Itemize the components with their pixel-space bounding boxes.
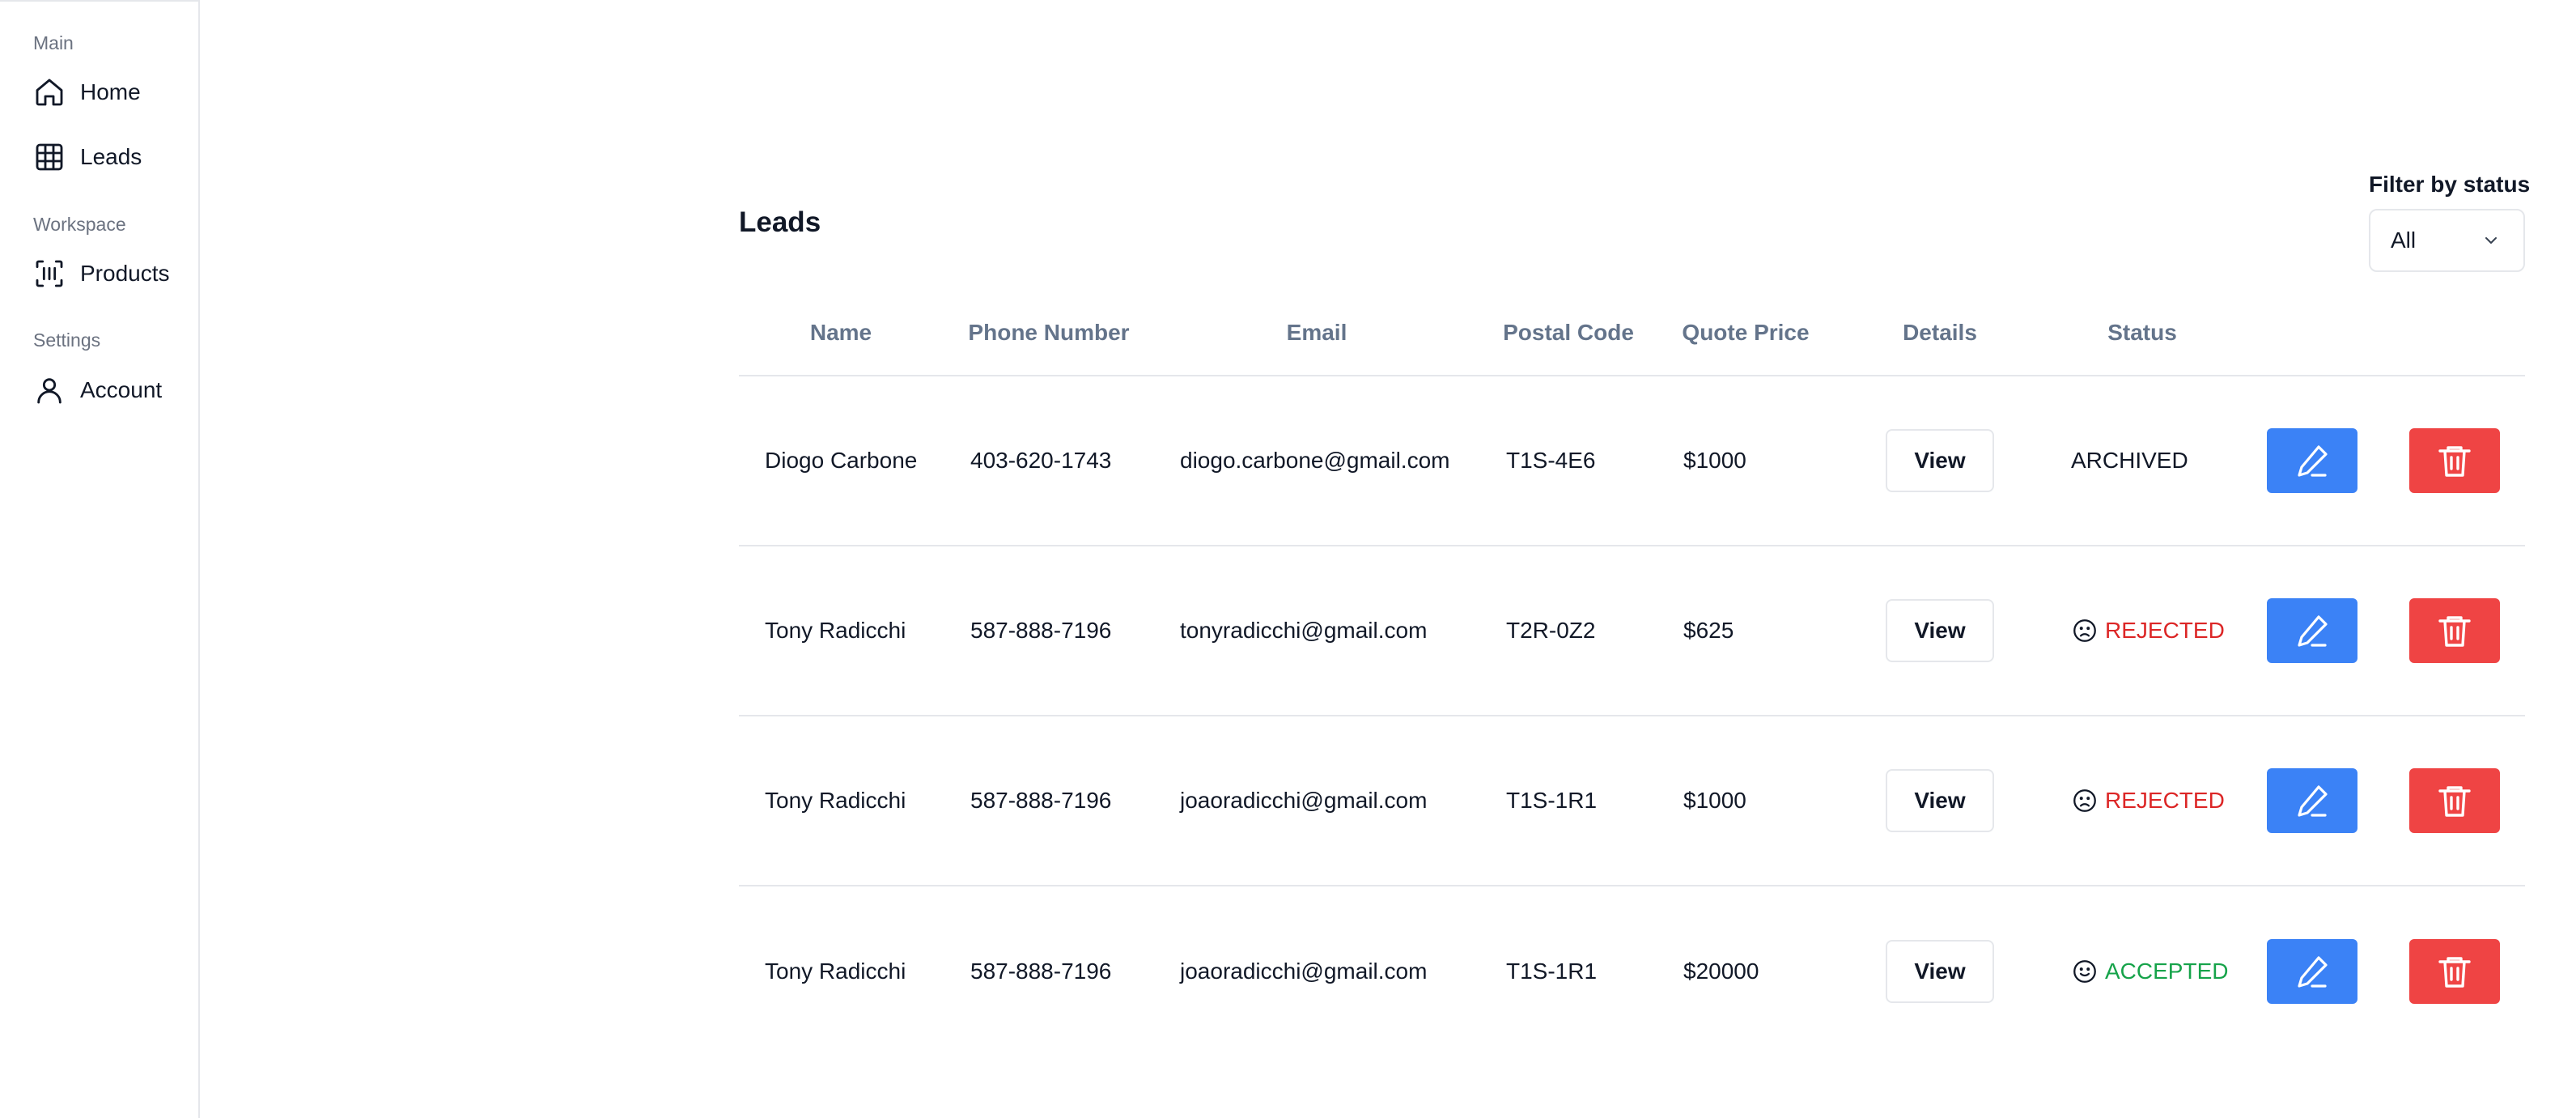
column-header-details: Details [1903, 320, 1977, 345]
delete-button[interactable] [2409, 939, 2500, 1004]
status-badge: REJECTED [2071, 617, 2225, 644]
table-header: Name Phone Number Email Postal Code Quot… [739, 312, 2525, 376]
page-title: Leads [739, 206, 821, 238]
lead-quote-price: $1000 [1683, 448, 1746, 473]
filter-value: All [2391, 227, 2417, 253]
sidebar-group-main: Main [33, 32, 74, 53]
lead-phone: 587-888-7196 [970, 959, 1112, 984]
lead-name: Tony Radicchi [765, 788, 906, 813]
status-text: REJECTED [2105, 788, 2225, 813]
view-button[interactable]: View [1886, 940, 1994, 1003]
lead-postal-code: T1S-1R1 [1506, 959, 1598, 984]
sidebar-item-label: Leads [80, 144, 142, 169]
status-badge: ARCHIVED [2071, 448, 2188, 474]
status-text: ACCEPTED [2105, 959, 2229, 984]
edit-button[interactable] [2267, 598, 2357, 663]
pencil-icon [2298, 956, 2328, 988]
view-button[interactable]: View [1886, 769, 1994, 832]
column-header-phone: Phone Number [968, 320, 1130, 345]
column-header-quote-price: Quote Price [1682, 320, 1810, 345]
lead-quote-price: $1000 [1683, 788, 1746, 813]
column-header-email: Email [1286, 320, 1347, 345]
grid-icon [36, 143, 63, 171]
status-filter-select[interactable]: All [2369, 209, 2525, 272]
lead-name: Diogo Carbone [765, 448, 918, 473]
sidebar: Main Home Leads Workspace Products Setti… [0, 0, 200, 1118]
lead-postal-code: T1S-1R1 [1506, 788, 1598, 813]
view-button[interactable]: View [1886, 429, 1994, 492]
sidebar-item-products[interactable]: Products [33, 254, 170, 293]
sidebar-item-label: Products [80, 261, 170, 286]
lead-quote-price: $625 [1683, 618, 1734, 643]
sidebar-item-leads[interactable]: Leads [33, 138, 142, 176]
delete-button[interactable] [2409, 598, 2500, 663]
column-header-name: Name [809, 320, 872, 345]
status-badge: ACCEPTED [2071, 958, 2228, 985]
table-row: Tony Radicchi 587-888-7196 tonyradicchi@… [739, 546, 2525, 716]
trash-icon [2438, 616, 2471, 647]
status-text: ARCHIVED [2071, 448, 2188, 473]
lead-email: diogo.carbone@gmail.com [1180, 448, 1450, 473]
table-row: Diogo Carbone 403-620-1743 diogo.carbone… [739, 376, 2525, 546]
sidebar-item-account[interactable]: Account [33, 371, 162, 410]
lead-phone: 587-888-7196 [970, 618, 1112, 643]
pencil-icon [2298, 785, 2328, 817]
sad-face-icon [2073, 789, 2096, 812]
barcode-scan-icon [36, 260, 63, 287]
chevron-down-icon [2485, 237, 2497, 244]
lead-email: joaoradicchi@gmail.com [1180, 788, 1428, 813]
app: Main Home Leads Workspace Products Setti… [0, 0, 2576, 1118]
trash-icon [2438, 786, 2471, 817]
lead-name: Tony Radicchi [765, 959, 906, 984]
view-button[interactable]: View [1886, 599, 1994, 662]
pencil-icon [2298, 615, 2328, 647]
sidebar-item-home[interactable]: Home [33, 73, 141, 112]
lead-email: joaoradicchi@gmail.com [1180, 959, 1428, 984]
sidebar-group-workspace: Workspace [33, 214, 126, 235]
lead-phone: 403-620-1743 [970, 448, 1112, 473]
lead-quote-price: $20000 [1683, 959, 1759, 984]
table-row: Tony Radicchi 587-888-7196 joaoradicchi@… [739, 716, 2525, 886]
column-header-status: Status [2107, 320, 2177, 345]
lead-postal-code: T2R-0Z2 [1506, 618, 1596, 643]
status-text: REJECTED [2105, 618, 2225, 643]
edit-button[interactable] [2267, 428, 2357, 493]
edit-button[interactable] [2267, 768, 2357, 833]
lead-name: Tony Radicchi [765, 618, 906, 643]
trash-icon [2438, 446, 2471, 477]
delete-button[interactable] [2409, 768, 2500, 833]
lead-postal-code: T1S-4E6 [1506, 448, 1596, 473]
sidebar-item-label: Account [80, 377, 163, 402]
sidebar-item-label: Home [80, 79, 141, 104]
lead-phone: 587-888-7196 [970, 788, 1112, 813]
lead-email: tonyradicchi@gmail.com [1180, 618, 1428, 643]
filter-label: Filter by status [2369, 172, 2531, 197]
home-icon [36, 79, 63, 106]
delete-button[interactable] [2409, 428, 2500, 493]
trash-icon [2438, 957, 2471, 988]
column-header-postal-code: Postal Code [1503, 320, 1634, 345]
user-icon [37, 378, 62, 404]
sad-face-icon [2073, 619, 2096, 642]
edit-button[interactable] [2267, 939, 2357, 1004]
table-row: Tony Radicchi 587-888-7196 joaoradicchi@… [739, 886, 2525, 1056]
happy-face-icon [2073, 960, 2096, 983]
pencil-icon [2298, 445, 2328, 477]
status-badge: REJECTED [2071, 787, 2225, 814]
sidebar-group-settings: Settings [33, 329, 101, 351]
